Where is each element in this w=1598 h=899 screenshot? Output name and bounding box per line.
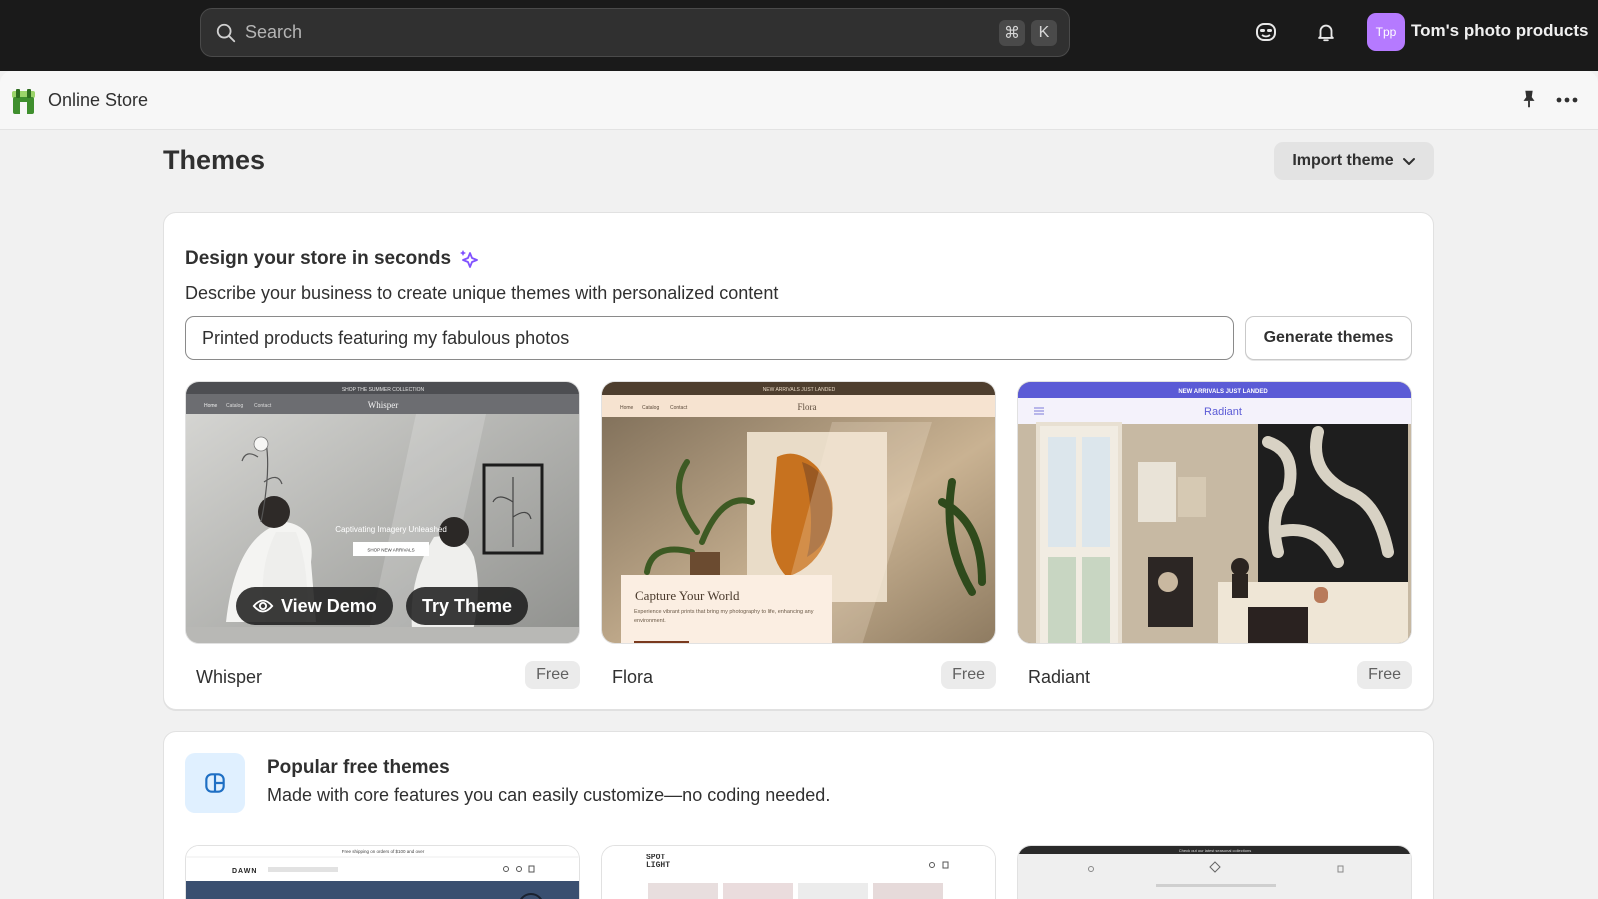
view-demo-button[interactable]: View Demo — [236, 587, 393, 625]
try-theme-button[interactable]: Try Theme — [406, 587, 529, 625]
chevron-down-icon — [1402, 158, 1415, 165]
pin-icon[interactable] — [1518, 88, 1540, 110]
avatar[interactable]: Tpp — [1367, 13, 1405, 51]
store-name[interactable]: Tom's photo products — [1411, 21, 1589, 41]
design-card-title: Design your store in seconds — [185, 248, 452, 269]
app-header: Online Store — [0, 71, 1598, 130]
radiant-banner: NEW ARRIVALS JUST LANDED — [1178, 389, 1268, 395]
page-title: Themes — [163, 145, 266, 175]
app-title: Online Store — [48, 90, 149, 110]
search-placeholder: Search — [245, 22, 303, 42]
theme-preview-dawn[interactable]: Free shipping on orders of $100 and over… — [185, 845, 580, 899]
flora-nav-home: Home — [620, 405, 634, 411]
theme-card-flora[interactable]: NEW ARRIVALS JUST LANDED Home Catalog Co… — [601, 381, 996, 689]
top-bar: Search ⌘ K Tpp Tom's photo products — [0, 0, 1598, 71]
search-bar[interactable]: Search ⌘ K — [200, 8, 1070, 57]
third-banner: Check out our latest seasonal collection… — [1179, 848, 1251, 853]
theme-name: Whisper — [196, 667, 263, 687]
search-icon — [216, 23, 236, 42]
theme-name: Flora — [612, 667, 654, 687]
theme-preview-radiant[interactable]: NEW ARRIVALS JUST LANDED Radiant — [1017, 381, 1412, 644]
generate-themes-button[interactable]: Generate themes — [1245, 316, 1412, 360]
eye-icon — [252, 599, 274, 613]
theme-preview-third[interactable]: Check out our latest seasonal collection… — [1017, 845, 1412, 899]
sidekick-icon[interactable] — [1252, 18, 1280, 46]
whisper-nav-contact: Contact — [254, 403, 272, 409]
whisper-banner: SHOP THE SUMMER COLLECTION — [342, 387, 425, 393]
price-badge: Free — [941, 661, 996, 689]
dawn-logo: DAWN — [232, 868, 257, 875]
theme-name: Radiant — [1028, 667, 1091, 687]
price-badge: Free — [1357, 661, 1412, 689]
flora-nav-catalog: Catalog — [642, 405, 659, 411]
whisper-logo: Whisper — [368, 400, 399, 410]
theme-card-whisper[interactable]: SHOP THE SUMMER COLLECTION Home Catalog … — [185, 381, 580, 689]
theme-preview-whisper[interactable]: SHOP THE SUMMER COLLECTION Home Catalog … — [185, 381, 580, 644]
flora-banner: NEW ARRIVALS JUST LANDED — [763, 387, 836, 393]
sparkle-icon — [460, 250, 478, 268]
flora-hero-title: Capture Your World — [635, 588, 740, 603]
price-badge: Free — [525, 661, 580, 689]
dawn-banner: Free shipping on orders of $100 and over — [342, 849, 425, 854]
radiant-logo: Radiant — [1204, 406, 1242, 418]
design-card-title-row: Design your store in seconds — [185, 248, 481, 270]
theme-layout-icon — [185, 753, 245, 813]
flora-nav-contact: Contact — [670, 405, 688, 411]
whisper-nav-catalog: Catalog — [226, 403, 243, 409]
theme-card-radiant[interactable]: NEW ARRIVALS JUST LANDED Radiant Radiant… — [1017, 381, 1412, 689]
business-description-input[interactable] — [185, 316, 1234, 360]
online-store-icon — [12, 89, 35, 114]
import-theme-button[interactable]: Import theme — [1274, 142, 1434, 180]
more-icon[interactable] — [1554, 90, 1580, 110]
spotlight-logo: SPOT LIGHT — [646, 854, 671, 870]
theme-preview-flora[interactable]: NEW ARRIVALS JUST LANDED Home Catalog Co… — [601, 381, 996, 644]
whisper-nav-home: Home — [204, 403, 218, 409]
flora-logo: Flora — [798, 402, 817, 412]
bell-icon[interactable] — [1312, 18, 1340, 46]
view-demo-label: View Demo — [281, 595, 377, 616]
import-theme-label: Import theme — [1292, 152, 1394, 169]
shortcut-key-k: K — [1031, 19, 1057, 46]
design-store-card: Design your store in seconds Describe yo… — [163, 212, 1434, 710]
whisper-hero-button: SHOP NEW ARRIVALS — [367, 548, 414, 553]
popular-themes-title: Popular free themes — [267, 757, 450, 778]
design-card-description: Describe your business to create unique … — [185, 283, 779, 303]
theme-preview-spotlight[interactable]: SPOT LIGHT — [601, 845, 996, 899]
flora-hero-text: Experience vibrant prints that bring my … — [634, 609, 814, 624]
whisper-hero-text: Captivating Imagery Unleashed — [335, 525, 447, 534]
shortcut-key-cmd: ⌘ — [999, 19, 1025, 46]
popular-themes-description: Made with core features you can easily c… — [267, 785, 831, 805]
popular-themes-card: Popular free themes Made with core featu… — [163, 731, 1434, 899]
